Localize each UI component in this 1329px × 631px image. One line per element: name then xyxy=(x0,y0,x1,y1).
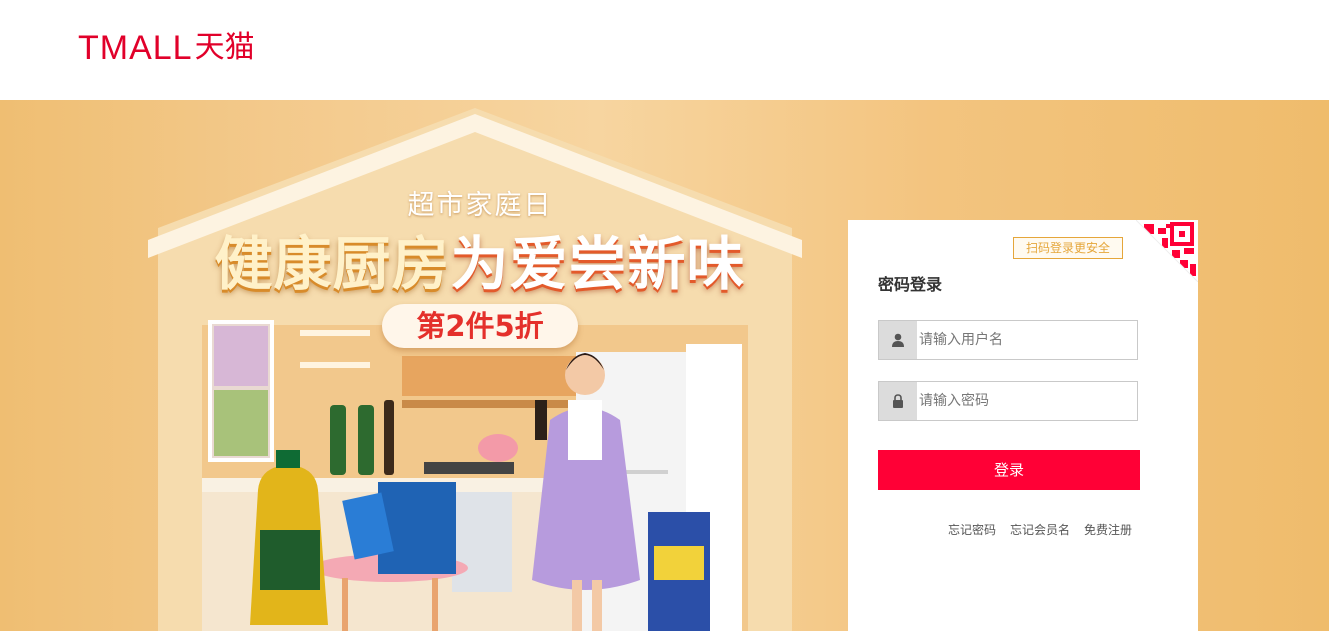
promo-kicker: 超市家庭日 xyxy=(407,190,553,221)
register-link[interactable]: 免费注册 xyxy=(1084,522,1132,538)
forgot-password-link[interactable]: 忘记密码 xyxy=(948,522,996,538)
site-header: TMALL 天猫 xyxy=(0,0,1329,100)
logo-latin-text: TMALL xyxy=(78,29,193,67)
login-button[interactable]: 登录 xyxy=(878,450,1140,490)
promo-title: 健康厨房为爱尝新味 xyxy=(150,230,810,298)
login-help-links: 忘记密码 忘记会员名 免费注册 xyxy=(948,522,1132,538)
user-icon xyxy=(879,321,917,359)
username-field[interactable] xyxy=(878,320,1138,360)
qr-login-hint[interactable]: 扫码登录更安全 xyxy=(1013,237,1123,259)
login-title: 密码登录 xyxy=(878,275,943,294)
promo-illustration xyxy=(148,108,802,631)
tmall-logo[interactable]: TMALL 天猫 xyxy=(78,30,255,66)
lock-icon xyxy=(879,382,917,420)
qr-code-icon[interactable] xyxy=(1136,220,1198,282)
password-input[interactable] xyxy=(919,382,1131,420)
promo-discount-tag: 第2件5折 xyxy=(382,304,578,348)
login-panel: 扫码登录更安全 密码登录 登录 忘记密码 xyxy=(848,220,1198,631)
forgot-member-name-link[interactable]: 忘记会员名 xyxy=(1010,522,1070,538)
logo-chinese-text: 天猫 xyxy=(194,30,255,65)
password-field[interactable] xyxy=(878,381,1138,421)
promo-title-part1: 健康厨房 xyxy=(214,230,451,298)
promo-headline: 超市家庭日 健康厨房为爱尝新味 第2件5折 xyxy=(150,188,810,348)
username-input[interactable] xyxy=(919,321,1131,359)
promo-title-part2: 为爱尝新味 xyxy=(450,230,746,298)
